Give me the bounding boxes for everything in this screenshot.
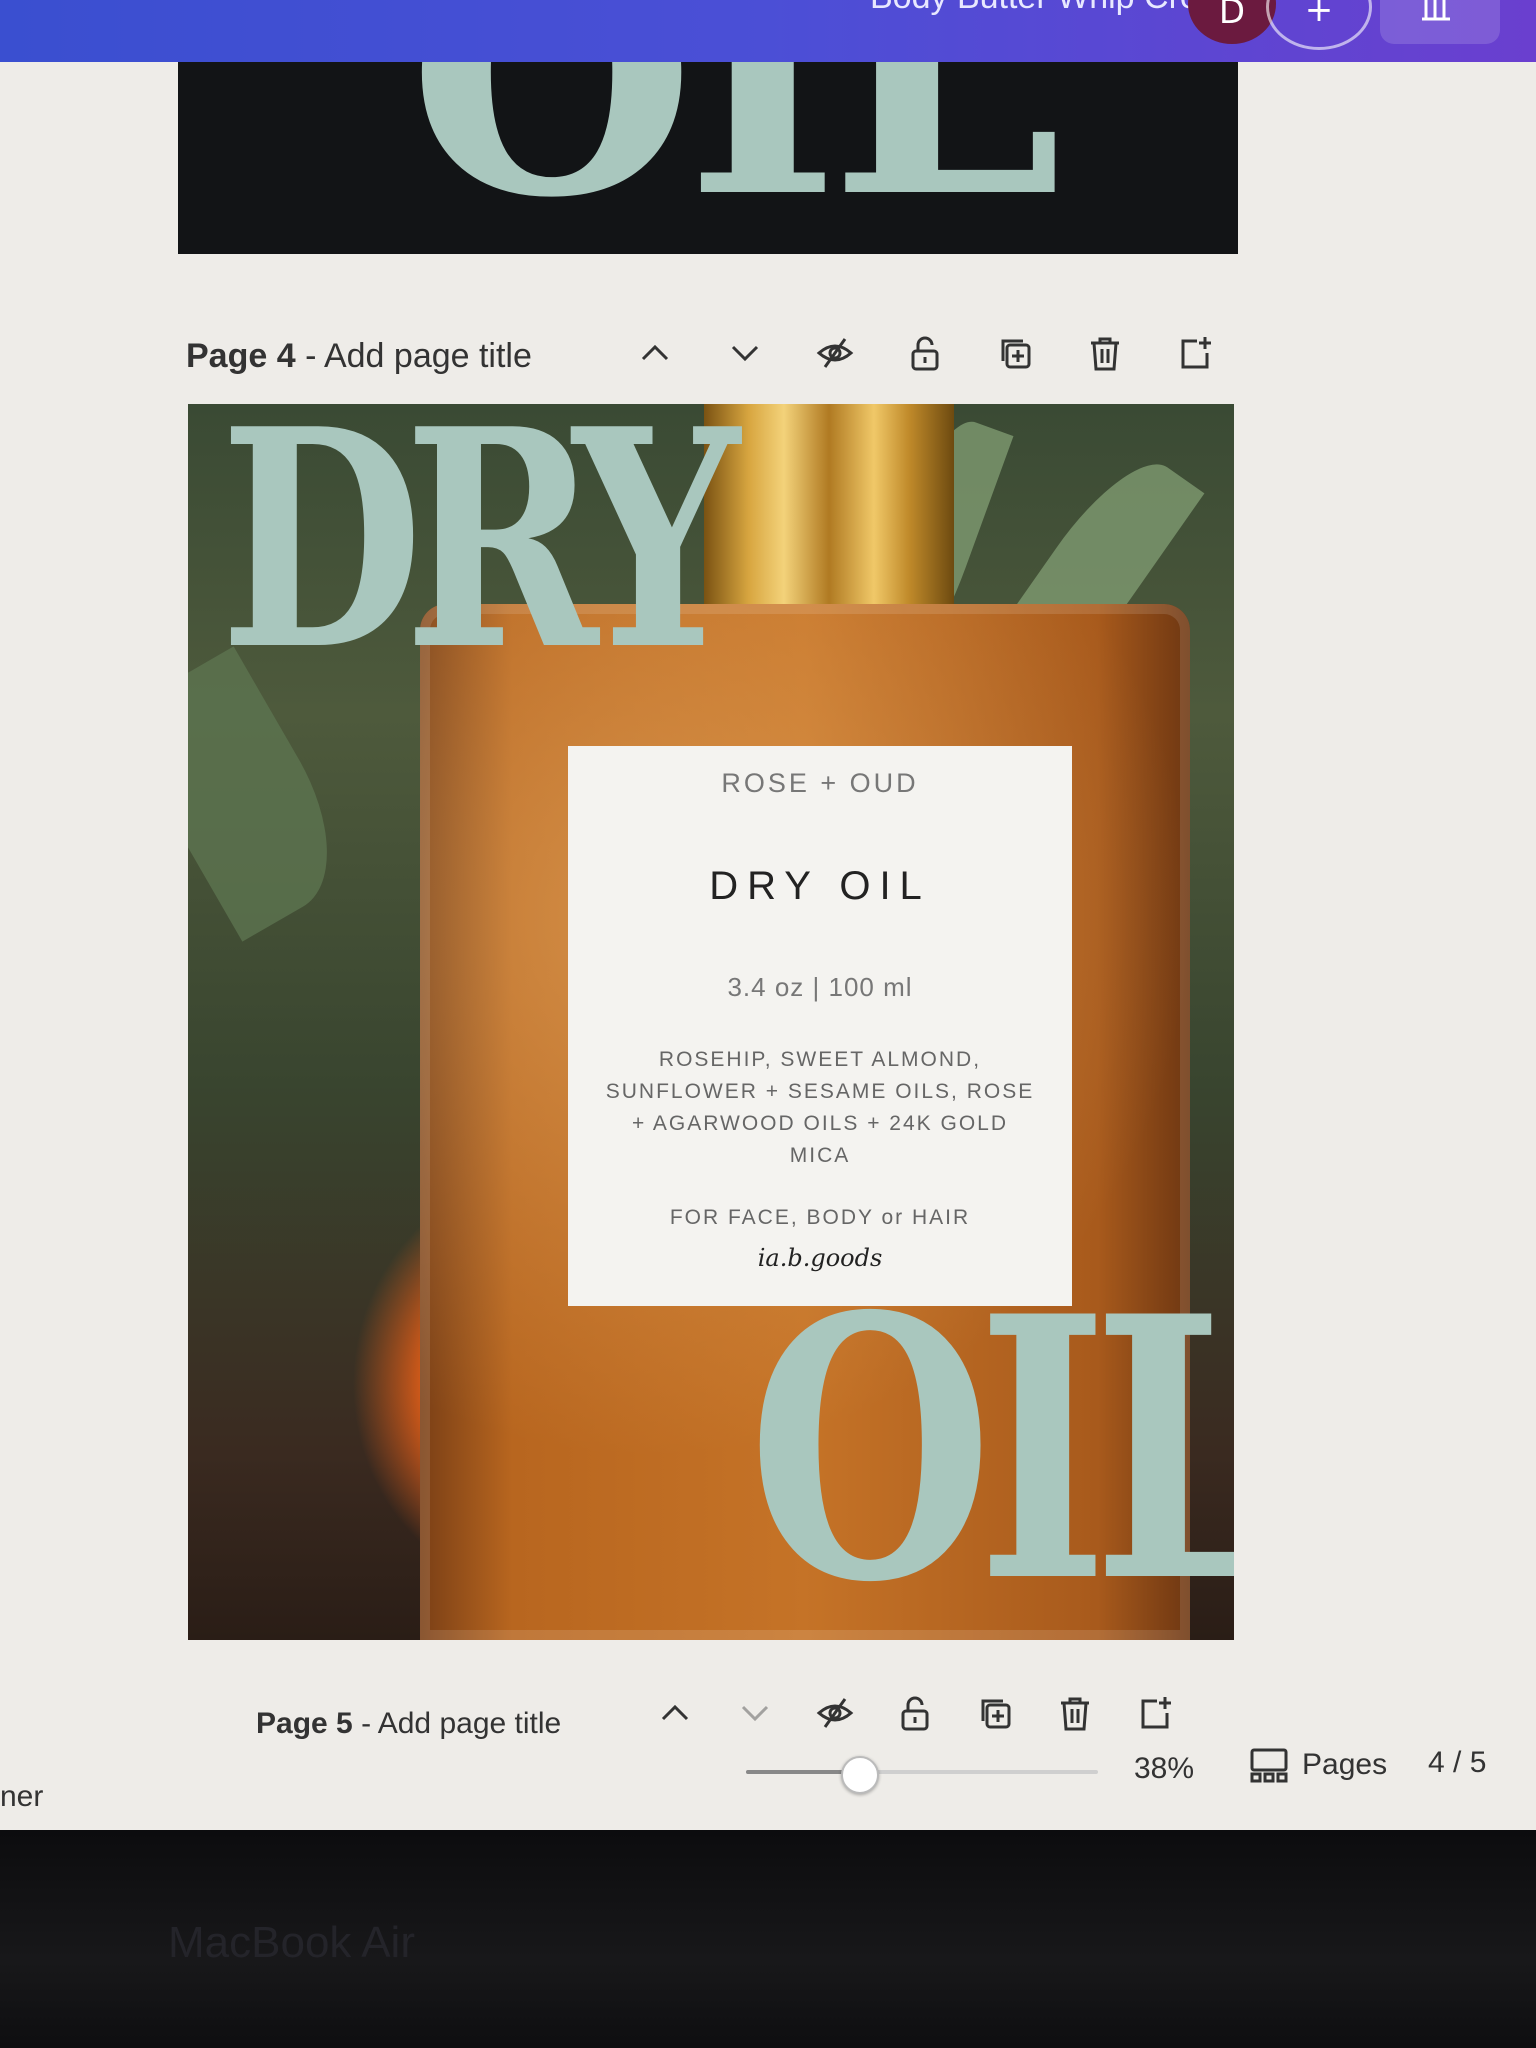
move-page-up-button[interactable] <box>632 330 678 376</box>
trash-icon <box>1091 337 1119 371</box>
duplicate-icon <box>981 1699 1011 1729</box>
pages-button[interactable]: Pages <box>1248 1744 1387 1786</box>
product-label: ROSE + OUD DRY OIL 3.4 oz | 100 ml ROSEH… <box>568 746 1072 1306</box>
zoom-slider[interactable] <box>746 1770 1098 1774</box>
page-4-title-placeholder: - Add page title <box>295 336 532 375</box>
left-panel-fragment[interactable]: ner <box>0 1780 43 1814</box>
bottle-cap <box>704 404 954 614</box>
page-5-tools <box>652 1690 1178 1736</box>
hide-icon <box>816 1698 854 1728</box>
user-avatar[interactable]: D <box>1188 0 1276 44</box>
page-5-title[interactable]: Page 5 - Add page title <box>256 1707 561 1741</box>
pages-grid-icon <box>1250 1748 1288 1783</box>
add-page-icon <box>1181 337 1211 369</box>
zoom-slider-thumb[interactable] <box>840 1756 879 1794</box>
page-3-heading: OIL <box>408 62 1062 254</box>
pages-button-label: Pages <box>1302 1748 1388 1781</box>
hide-icon <box>816 338 854 368</box>
lock-page-button[interactable] <box>892 1690 938 1736</box>
lock-page-button[interactable] <box>902 330 948 376</box>
page-5-title-placeholder: - Add page title <box>352 1707 562 1740</box>
duplicate-page-button[interactable] <box>992 330 1038 376</box>
page-4-header: Page 4 - Add page title <box>186 326 532 386</box>
hide-page-button[interactable] <box>812 1690 858 1736</box>
label-usage: FOR FACE, BODY or HAIR <box>669 1206 971 1229</box>
headline-oil[interactable]: OIL <box>748 1270 1234 1630</box>
move-page-down-button[interactable] <box>722 330 768 376</box>
page-5-number: Page 5 <box>256 1707 353 1740</box>
add-page-button[interactable] <box>1132 1690 1178 1736</box>
page-4-title[interactable]: Page 4 - Add page title <box>186 337 532 376</box>
invite-button[interactable]: + <box>1266 0 1372 50</box>
page-4-tools <box>632 330 1218 376</box>
device-brand-text: MacBook Air <box>168 1918 415 1967</box>
page-4-number: Page 4 <box>186 336 296 375</box>
chevron-down-icon <box>731 345 759 362</box>
move-page-up-button[interactable] <box>652 1690 698 1736</box>
label-product-name: DRY OIL <box>709 864 931 908</box>
add-page-icon <box>1141 1697 1171 1729</box>
duplicate-icon <box>1001 339 1031 369</box>
page-indicator[interactable]: 4 / 5 <box>1428 1746 1486 1780</box>
page-4-canvas[interactable]: ROSE + OUD DRY OIL 3.4 oz | 100 ml ROSEH… <box>188 404 1234 1640</box>
headline-dry[interactable]: DRY <box>220 404 740 690</box>
add-page-button[interactable] <box>1172 330 1218 376</box>
page-3-canvas[interactable]: OIL <box>178 62 1238 254</box>
label-ingredients: ROSEHIP, SWEET ALMOND, SUNFLOWER + SESAM… <box>605 1048 1035 1167</box>
label-brand: ROSE + OUD <box>721 768 919 798</box>
duplicate-page-button[interactable] <box>972 1690 1018 1736</box>
top-toolbar: Body Butter Whip Cream D + <box>0 0 1536 62</box>
chevron-up-icon <box>641 344 669 361</box>
delete-page-button[interactable] <box>1052 1690 1098 1736</box>
delete-page-button[interactable] <box>1082 330 1128 376</box>
trash-icon <box>1061 1697 1089 1731</box>
page-5-header: Page 5 - Add page title <box>256 1694 561 1754</box>
insights-icon <box>1422 0 1450 21</box>
lock-icon <box>901 1696 929 1731</box>
laptop-bezel: MacBook Air <box>0 1830 1536 2048</box>
label-size: 3.4 oz | 100 ml <box>727 972 913 1002</box>
move-page-down-button[interactable] <box>732 1690 778 1736</box>
screen: Body Butter Whip Cream D + OIL Page 4 - … <box>0 0 1536 1830</box>
lock-icon <box>911 336 939 371</box>
chevron-up-icon <box>661 1704 689 1721</box>
chevron-down-icon <box>741 1705 769 1722</box>
zoom-percent[interactable]: 38% <box>1134 1752 1194 1786</box>
hide-page-button[interactable] <box>812 330 858 376</box>
insights-button[interactable] <box>1380 0 1500 44</box>
